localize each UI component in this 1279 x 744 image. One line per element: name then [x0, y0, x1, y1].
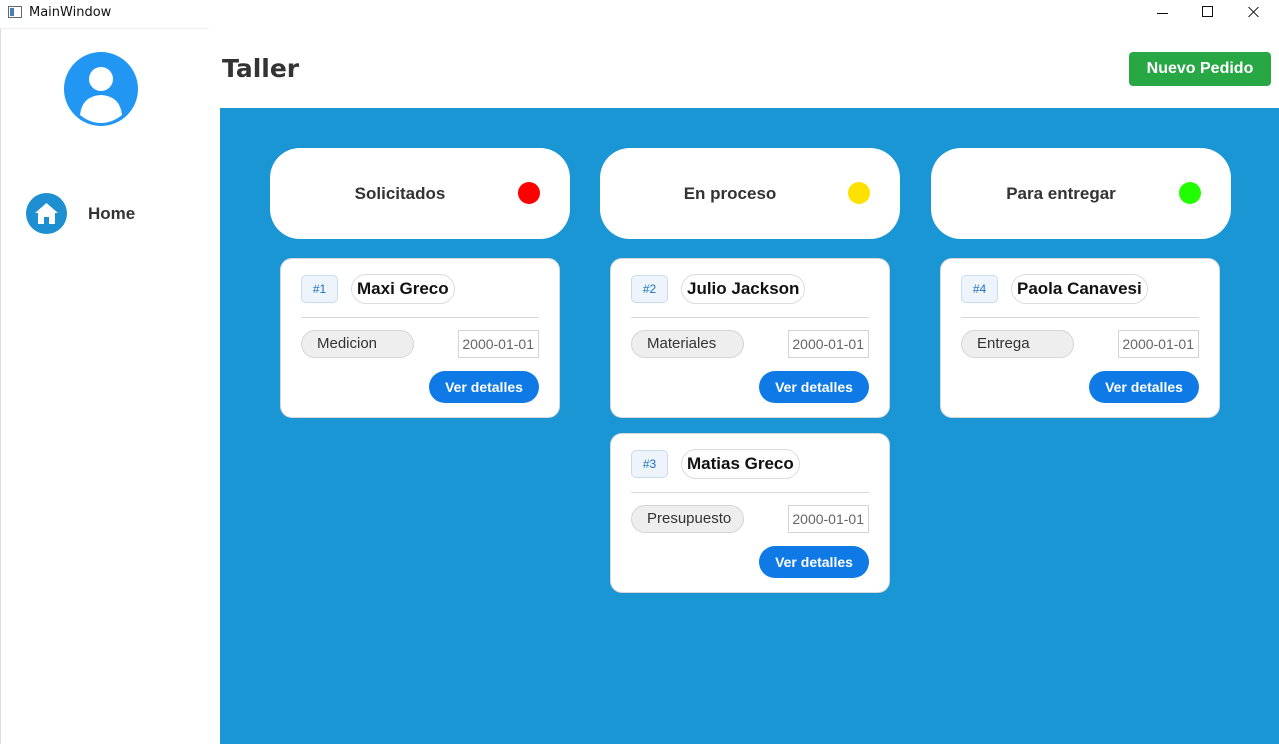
sidebar-divider [0, 28, 209, 29]
card-divider [961, 317, 1199, 318]
minimize-button[interactable] [1143, 2, 1183, 24]
page-title: Taller [222, 54, 300, 83]
customer-name: Matias Greco [681, 449, 800, 479]
new-order-button[interactable]: Nuevo Pedido [1129, 52, 1271, 86]
order-card: #4 Paola Canavesi Entrega Ver detalles [940, 258, 1220, 418]
sidebar-item-home[interactable]: Home [26, 193, 206, 235]
stage-pill: Presupuesto [631, 505, 744, 533]
customer-name: Paola Canavesi [1011, 274, 1148, 304]
customer-name: Julio Jackson [681, 274, 806, 304]
order-number-badge: #4 [961, 275, 998, 303]
status-dot-red [518, 182, 540, 204]
stage-pill: Entrega [961, 330, 1074, 358]
maximize-button[interactable] [1188, 2, 1228, 24]
view-details-button[interactable]: Ver detalles [759, 546, 869, 578]
order-number-badge: #3 [631, 450, 668, 478]
card-divider [631, 492, 869, 493]
view-details-button[interactable]: Ver detalles [429, 371, 539, 403]
order-number-badge: #1 [301, 275, 338, 303]
date-field[interactable] [788, 330, 869, 358]
column-header-en-proceso: En proceso [600, 148, 900, 239]
date-field[interactable] [788, 505, 869, 533]
date-field[interactable] [458, 330, 539, 358]
order-card: #2 Julio Jackson Materiales Ver detalles [610, 258, 890, 418]
status-dot-yellow [848, 182, 870, 204]
home-icon [26, 193, 67, 234]
order-card: #3 Matias Greco Presupuesto Ver detalles [610, 433, 890, 593]
order-card: #1 Maxi Greco Medicion Ver detalles [280, 258, 560, 418]
sidebar [0, 28, 220, 744]
date-field[interactable] [1118, 330, 1199, 358]
window-title: MainWindow [29, 5, 112, 20]
title-bar: MainWindow [0, 0, 1279, 28]
view-details-button[interactable]: Ver detalles [1089, 371, 1199, 403]
stage-pill: Materiales [631, 330, 744, 358]
view-details-button[interactable]: Ver detalles [759, 371, 869, 403]
sidebar-item-label: Home [88, 204, 136, 223]
card-divider [631, 317, 869, 318]
stage-pill: Medicion [301, 330, 414, 358]
app-window-icon [8, 6, 22, 18]
user-avatar-icon [64, 52, 138, 126]
order-number-badge: #2 [631, 275, 668, 303]
status-dot-green [1179, 182, 1201, 204]
column-header-solicitados: Solicitados [270, 148, 570, 239]
close-button[interactable] [1233, 2, 1273, 24]
column-header-para-entregar: Para entregar [931, 148, 1231, 239]
card-divider [301, 317, 539, 318]
customer-name: Maxi Greco [351, 274, 455, 304]
